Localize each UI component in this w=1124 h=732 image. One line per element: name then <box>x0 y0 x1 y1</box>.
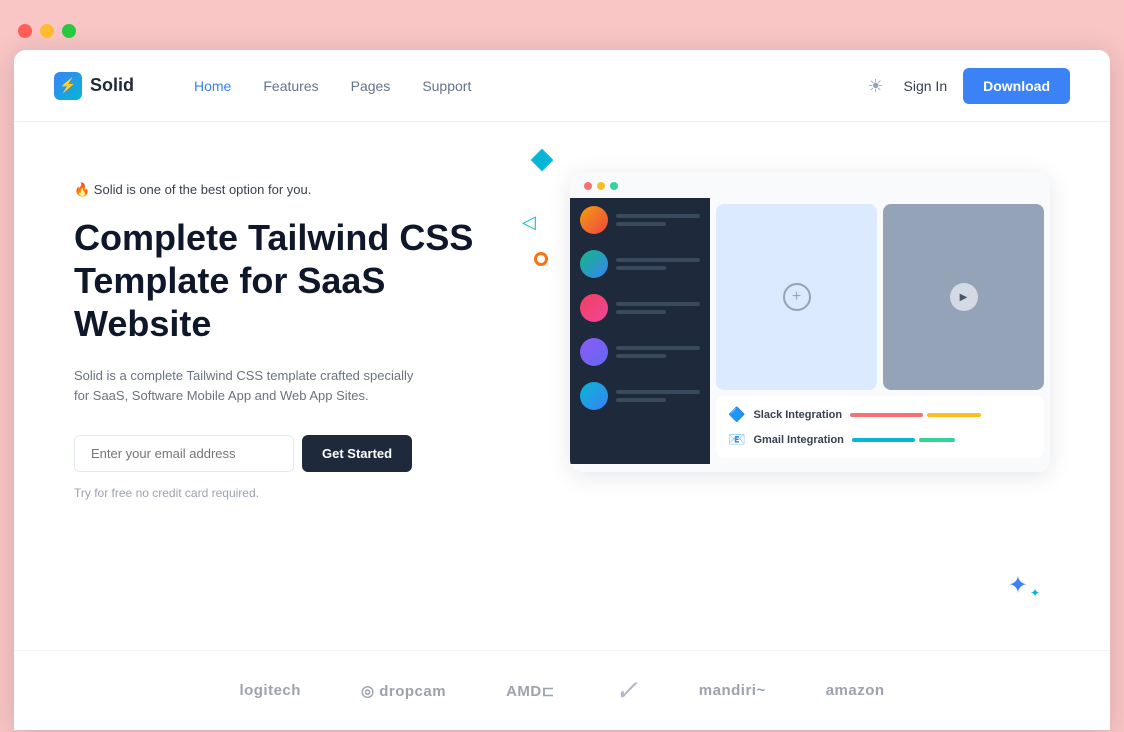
gmail-progress <box>852 438 1032 442</box>
logo-text: Solid <box>90 75 134 96</box>
chat-item-2 <box>570 242 710 286</box>
right-panels-wrapper: + ▶ 🔷 <box>710 198 1050 464</box>
gmail-bar-green <box>919 438 955 442</box>
trial-text: Try for free no credit card required. <box>74 486 514 500</box>
top-row: + ▶ <box>716 204 1044 390</box>
chat-line <box>616 346 700 350</box>
slack-bar-red <box>850 413 923 417</box>
hero-title-line2: Template for SaaS Website <box>74 260 385 344</box>
deco-star-area: ✦ ✦ <box>1008 571 1040 600</box>
avatar-5 <box>580 382 608 410</box>
star-small-icon: ✦ <box>1030 586 1040 600</box>
slack-progress <box>850 413 1032 417</box>
brand-amd: AMD⊏ <box>506 682 555 700</box>
nav-link-pages[interactable]: Pages <box>351 78 391 94</box>
chat-lines-1 <box>616 214 700 226</box>
star-icon: ✦ <box>1008 571 1028 600</box>
hero-right: + ▶ 🔷 <box>514 162 1050 620</box>
nav-link-features[interactable]: Features <box>263 78 318 94</box>
nav-link-home[interactable]: Home <box>194 78 231 94</box>
play-button[interactable]: ▶ <box>950 283 978 311</box>
theme-toggle-icon[interactable]: ☀ <box>868 76 888 96</box>
plus-button[interactable]: + <box>783 283 811 311</box>
brand-mandiri: mandiri~ <box>699 682 766 699</box>
brands-section: logitech ◎ dropcam AMD⊏ ✓ mandiri~ amazo… <box>14 650 1110 730</box>
avatar-2 <box>580 250 608 278</box>
nav-link-support[interactable]: Support <box>422 78 471 94</box>
chat-item-3 <box>570 286 710 330</box>
download-button[interactable]: Download <box>963 68 1070 104</box>
chat-lines-3 <box>616 302 700 314</box>
hero-title-line1: Complete Tailwind CSS <box>74 217 473 258</box>
chat-item-4 <box>570 330 710 374</box>
hero-description: Solid is a complete Tailwind CSS templat… <box>74 366 414 408</box>
email-form: Get Started <box>74 435 514 472</box>
mockup-dots <box>570 172 1050 198</box>
chat-line <box>616 302 700 306</box>
panel-card-plus: + <box>716 204 877 390</box>
brand-dropcam: ◎ dropcam <box>361 682 446 700</box>
brand-amazon: amazon <box>826 682 885 699</box>
nav-links: Home Features Pages Support <box>194 78 868 94</box>
chat-lines-2 <box>616 258 700 270</box>
hero-left: 🔥 Solid is one of the best option for yo… <box>74 162 514 620</box>
chat-line <box>616 390 700 394</box>
logo-area: ⚡ Solid <box>54 72 134 100</box>
browser-window: ⚡ Solid Home Features Pages Support ☀ Si… <box>14 50 1110 730</box>
hero-section: ◁ 🔥 Solid is one of the best option for … <box>14 122 1110 650</box>
gmail-icon: 📧 <box>728 431 745 448</box>
chat-item-5 <box>570 374 710 418</box>
sign-in-link[interactable]: Sign In <box>904 78 948 94</box>
chat-lines-5 <box>616 390 700 402</box>
chat-lines-4 <box>616 346 700 358</box>
chat-line <box>616 354 666 358</box>
traffic-light-green[interactable] <box>62 24 76 38</box>
chat-panel <box>570 198 710 464</box>
window-chrome <box>0 0 1124 50</box>
mockup-dot-red <box>584 182 592 190</box>
avatar-4 <box>580 338 608 366</box>
chat-line <box>616 310 666 314</box>
logo-icon: ⚡ <box>54 72 82 100</box>
chat-line <box>616 222 666 226</box>
brand-nike: ✓ <box>615 674 639 707</box>
chat-line <box>616 214 700 218</box>
chat-line <box>616 398 666 402</box>
navbar: ⚡ Solid Home Features Pages Support ☀ Si… <box>14 50 1110 122</box>
slack-integration-row: 🔷 Slack Integration <box>728 406 1032 423</box>
gmail-name: Gmail Integration <box>753 434 843 446</box>
traffic-lights <box>18 14 1106 50</box>
integrations-panel: 🔷 Slack Integration 📧 <box>716 396 1044 458</box>
mockup-dot-green <box>610 182 618 190</box>
traffic-light-red[interactable] <box>18 24 32 38</box>
get-started-button[interactable]: Get Started <box>302 435 412 472</box>
chat-line <box>616 266 666 270</box>
avatar-3 <box>580 294 608 322</box>
avatar-1 <box>580 206 608 234</box>
nav-right: ☀ Sign In Download <box>868 68 1070 104</box>
traffic-light-yellow[interactable] <box>40 24 54 38</box>
hero-title: Complete Tailwind CSS Template for SaaS … <box>74 216 514 346</box>
slack-name: Slack Integration <box>753 409 842 421</box>
gmail-bar-cyan <box>852 438 915 442</box>
dashboard-mockup: + ▶ 🔷 <box>570 172 1050 472</box>
chat-item-1 <box>570 198 710 242</box>
mockup-content: + ▶ 🔷 <box>570 198 1050 464</box>
email-input[interactable] <box>74 435 294 472</box>
mockup-dot-yellow <box>597 182 605 190</box>
chat-line <box>616 258 700 262</box>
brand-logitech: logitech <box>239 682 301 699</box>
slack-icon: 🔷 <box>728 406 745 423</box>
hero-tagline: 🔥 Solid is one of the best option for yo… <box>74 182 514 198</box>
slack-bar-yellow <box>927 413 982 417</box>
gmail-integration-row: 📧 Gmail Integration <box>728 431 1032 448</box>
panel-card-play: ▶ <box>883 204 1044 390</box>
